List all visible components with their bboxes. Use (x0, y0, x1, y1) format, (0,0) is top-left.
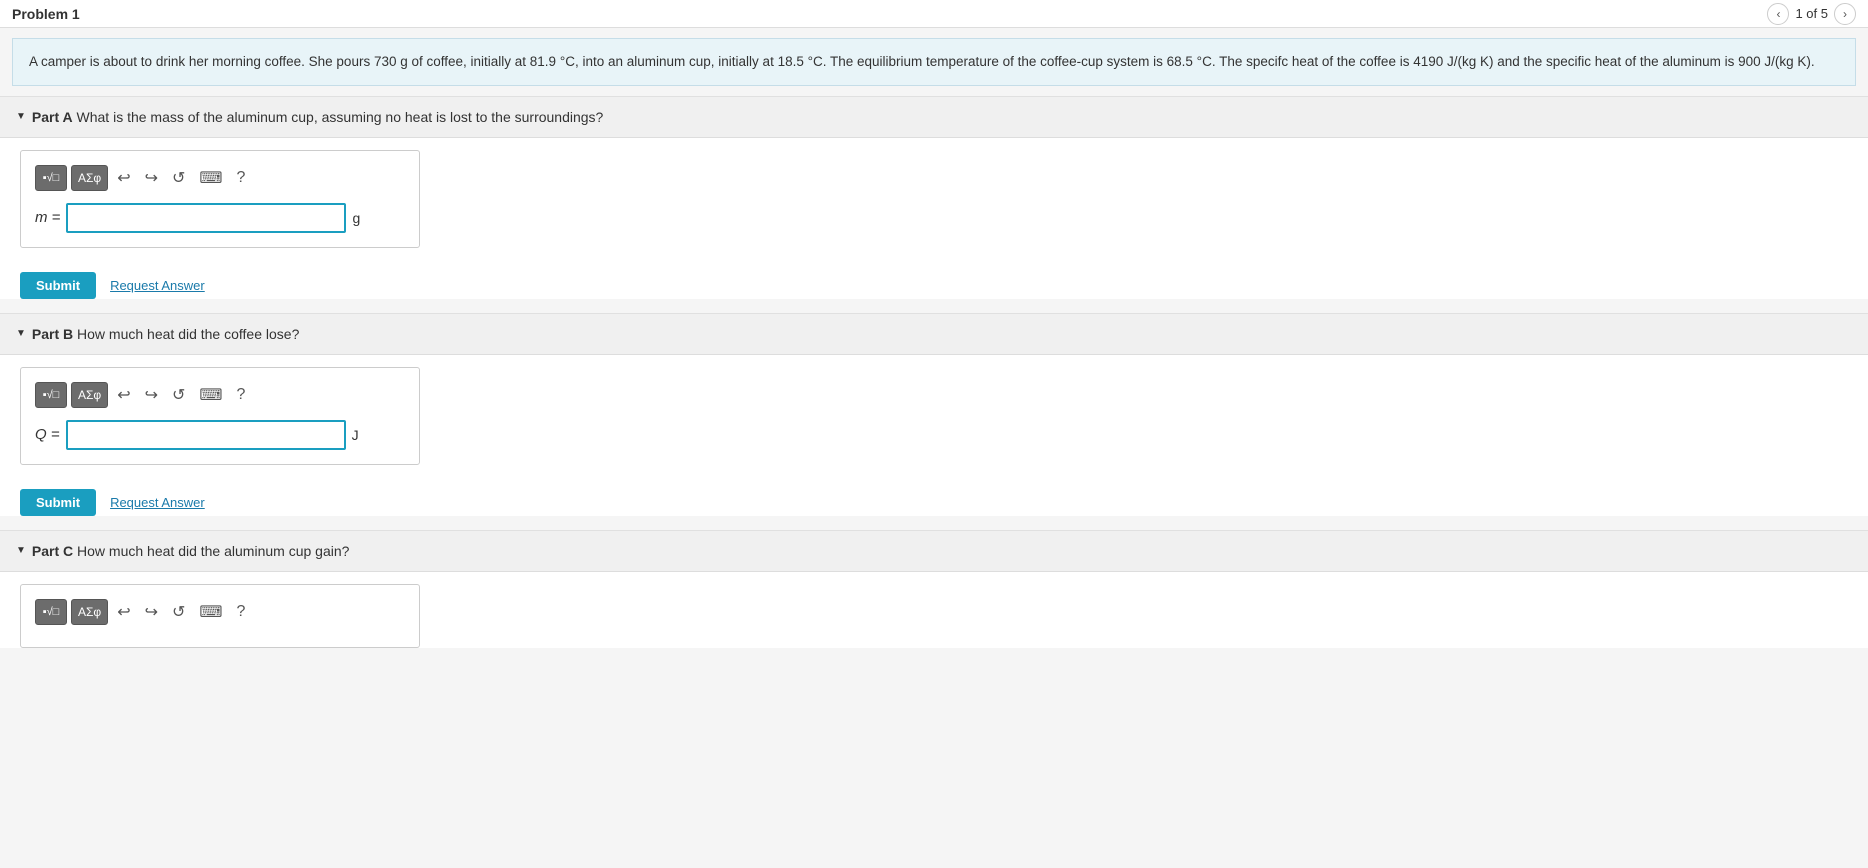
problem-description: A camper is about to drink her morning c… (12, 38, 1856, 86)
part-b-submit-row: Submit Request Answer (20, 489, 1848, 516)
radical-button-b[interactable]: ▪√□ (35, 382, 67, 408)
part-a-section: ▼ Part A What is the mass of the aluminu… (0, 96, 1868, 299)
part-a-header[interactable]: ▼ Part A What is the mass of the aluminu… (0, 97, 1868, 138)
undo-button-c[interactable]: ↩ (112, 599, 135, 625)
next-button[interactable]: › (1834, 3, 1856, 25)
part-a-input-row: m = g (35, 203, 405, 233)
part-a-request-answer[interactable]: Request Answer (110, 278, 205, 293)
part-a-answer-box: ▪√□ ΑΣφ ↩ ↪ ↺ ⌨ ? m = g (20, 150, 420, 248)
undo-button-b[interactable]: ↩ (112, 382, 135, 408)
part-b-input[interactable] (66, 420, 346, 450)
symbol-button-c[interactable]: ΑΣφ (71, 599, 108, 625)
undo-button[interactable]: ↩ (112, 165, 135, 191)
part-a-variable-label: m = (35, 209, 60, 226)
chevron-down-icon-c: ▼ (16, 545, 26, 556)
refresh-button-c[interactable]: ↺ (167, 599, 190, 625)
part-a-unit: g (352, 210, 360, 226)
part-b-header[interactable]: ▼ Part B How much heat did the coffee lo… (0, 314, 1868, 355)
part-a-submit-row: Submit Request Answer (20, 272, 1848, 299)
symbol-button-b[interactable]: ΑΣφ (71, 382, 108, 408)
chevron-down-icon: ▼ (16, 111, 26, 122)
keyboard-button[interactable]: ⌨ (194, 165, 227, 191)
help-button-b[interactable]: ? (232, 383, 251, 407)
part-b-unit: J (352, 427, 359, 443)
part-b-label: Part B How much heat did the coffee lose… (32, 326, 299, 342)
help-button-c[interactable]: ? (232, 600, 251, 624)
part-c-header[interactable]: ▼ Part C How much heat did the aluminum … (0, 531, 1868, 572)
keyboard-button-c[interactable]: ⌨ (194, 599, 227, 625)
keyboard-button-b[interactable]: ⌨ (194, 382, 227, 408)
part-a-label: Part A What is the mass of the aluminum … (32, 109, 603, 125)
redo-button-b[interactable]: ↪ (140, 382, 163, 408)
part-b-section: ▼ Part B How much heat did the coffee lo… (0, 313, 1868, 516)
symbol-button[interactable]: ΑΣφ (71, 165, 108, 191)
radical-button[interactable]: ▪√□ (35, 165, 67, 191)
prev-button[interactable]: ‹ (1767, 3, 1789, 25)
part-b-submit-button[interactable]: Submit (20, 489, 96, 516)
help-button[interactable]: ? (232, 166, 251, 190)
radical-button-c[interactable]: ▪√□ (35, 599, 67, 625)
part-b-answer-box: ▪√□ ΑΣφ ↩ ↪ ↺ ⌨ ? Q = J (20, 367, 420, 465)
part-c-label: Part C How much heat did the aluminum cu… (32, 543, 350, 559)
page-title: Problem 1 (12, 6, 80, 22)
refresh-button-b[interactable]: ↺ (167, 382, 190, 408)
part-a-submit-button[interactable]: Submit (20, 272, 96, 299)
problem-count: 1 of 5 (1795, 6, 1828, 21)
chevron-down-icon: ▼ (16, 328, 26, 339)
redo-button[interactable]: ↪ (140, 165, 163, 191)
part-b-toolbar: ▪√□ ΑΣφ ↩ ↪ ↺ ⌨ ? (35, 382, 405, 408)
refresh-button[interactable]: ↺ (167, 165, 190, 191)
part-a-toolbar: ▪√□ ΑΣφ ↩ ↪ ↺ ⌨ ? (35, 165, 405, 191)
part-a-input[interactable] (66, 203, 346, 233)
redo-button-c[interactable]: ↪ (140, 599, 163, 625)
part-c-toolbar: ▪√□ ΑΣφ ↩ ↪ ↺ ⌨ ? (35, 599, 405, 625)
part-c-section: ▼ Part C How much heat did the aluminum … (0, 530, 1868, 648)
part-b-variable-label: Q = (35, 426, 60, 443)
part-b-request-answer[interactable]: Request Answer (110, 495, 205, 510)
part-b-input-row: Q = J (35, 420, 405, 450)
navigation-controls: ‹ 1 of 5 › (1767, 3, 1856, 25)
part-c-answer-box: ▪√□ ΑΣφ ↩ ↪ ↺ ⌨ ? (20, 584, 420, 648)
